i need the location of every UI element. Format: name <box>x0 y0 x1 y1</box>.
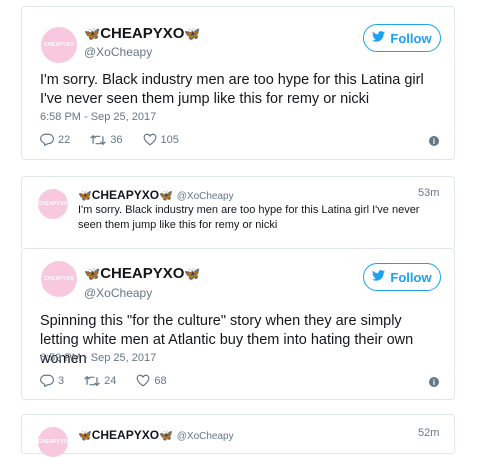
reply-button[interactable]: 3 <box>40 374 64 387</box>
retweet-icon <box>90 134 107 145</box>
reply-button[interactable]: 22 <box>40 133 70 146</box>
user-handle[interactable]: @XoCheapy <box>177 191 234 202</box>
display-name[interactable]: 🦋CHEAPYXO🦋 <box>84 25 201 42</box>
tweet-timestamp[interactable]: 6:59 PM - Sep 25, 2017 <box>40 352 156 364</box>
reply-icon <box>40 374 54 387</box>
info-icon[interactable]: i <box>429 377 439 387</box>
tweet-header: 🦋CHEAPYXO🦋 @XoCheapy <box>78 426 234 444</box>
butterfly-icon: 🦋 <box>159 190 173 202</box>
relative-time[interactable]: 53m <box>418 187 439 199</box>
follow-button[interactable]: Follow <box>363 24 441 52</box>
retweet-button[interactable]: 24 <box>84 375 116 387</box>
tweet-card-4: CHEAPYXO 🦋CHEAPYXO🦋 @XoCheapy 52m <box>21 414 455 457</box>
tweet-card-1: CHEAPYXO 🦋CHEAPYXO🦋 @XoCheapy Follow I'm… <box>21 6 455 160</box>
twitter-bird-icon <box>372 270 386 284</box>
reply-icon <box>40 133 54 146</box>
butterfly-icon: 🦋 <box>159 430 173 442</box>
avatar[interactable]: CHEAPYXO <box>38 427 68 457</box>
display-name[interactable]: 🦋CHEAPYXO🦋 <box>78 188 173 202</box>
butterfly-icon: 🦋 <box>84 266 101 281</box>
info-icon[interactable]: i <box>429 136 439 146</box>
tweet-header: 🦋CHEAPYXO🦋 @XoCheapy <box>78 186 234 204</box>
relative-time[interactable]: 52m <box>418 427 439 439</box>
twitter-bird-icon <box>372 31 386 45</box>
like-button[interactable]: 68 <box>136 374 167 387</box>
tweet-actions: 3 24 68 <box>40 374 187 387</box>
tweet-card-2: CHEAPYXO 🦋CHEAPYXO🦋 @XoCheapy 53m I'm sor… <box>21 176 455 248</box>
user-handle[interactable]: @XoCheapy <box>177 431 234 442</box>
butterfly-icon: 🦋 <box>78 430 92 442</box>
butterfly-icon: 🦋 <box>184 266 201 281</box>
tweet-text: I'm sorry. Black industry men are too hy… <box>78 204 420 231</box>
display-name[interactable]: 🦋CHEAPYXO🦋 <box>84 265 201 282</box>
tweet-actions: 22 36 105 <box>40 133 199 146</box>
heart-icon <box>143 133 156 146</box>
tweet-card-3: CHEAPYXO 🦋CHEAPYXO🦋 @XoCheapy Follow Spi… <box>21 248 455 400</box>
butterfly-icon: 🦋 <box>78 190 92 202</box>
tweet-text: I'm sorry. Black industry men are too hy… <box>40 72 424 107</box>
follow-button[interactable]: Follow <box>363 263 441 291</box>
butterfly-icon: 🦋 <box>84 26 101 41</box>
avatar[interactable]: CHEAPYXO <box>38 189 68 219</box>
avatar[interactable]: CHEAPYXO <box>41 27 77 63</box>
retweet-icon <box>84 375 100 386</box>
avatar[interactable]: CHEAPYXO <box>41 261 77 297</box>
like-button[interactable]: 105 <box>143 133 179 146</box>
retweet-button[interactable]: 36 <box>90 134 123 146</box>
heart-icon <box>136 374 150 387</box>
user-handle[interactable]: @XoCheapy <box>84 286 152 300</box>
user-handle[interactable]: @XoCheapy <box>84 45 152 59</box>
tweet-timestamp[interactable]: 6:58 PM - Sep 25, 2017 <box>40 111 156 123</box>
butterfly-icon: 🦋 <box>184 26 201 41</box>
